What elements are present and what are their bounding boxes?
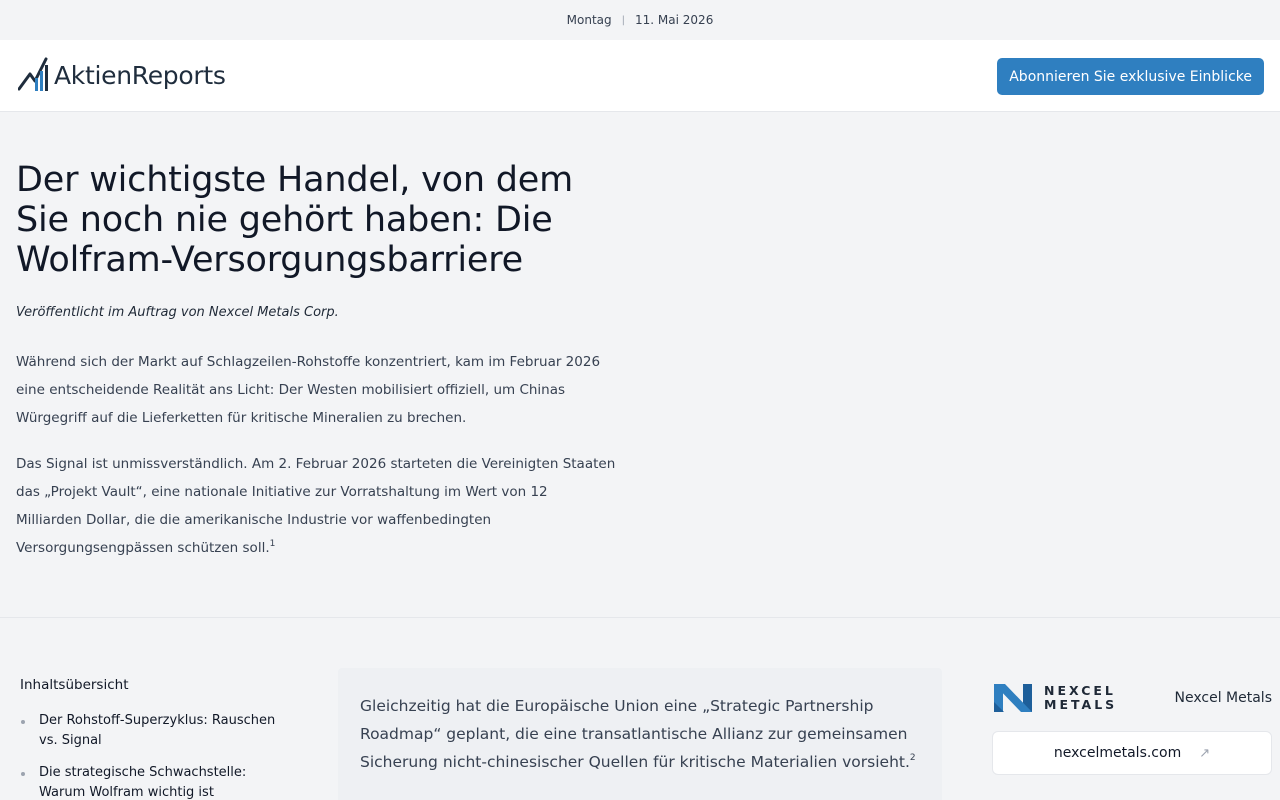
nexcel-wordmark-line2: METALS [1044,697,1118,712]
logo-wordmark: AktienReports [54,60,226,90]
bullet-icon [21,772,25,776]
article-hero: Der wichtigste Handel, von dem Sie noch … [0,113,1280,618]
article-body-section: Inhaltsübersicht Der Rohstoff-Superzyklu… [0,619,1280,800]
highlight-callout: Gleichzeitig hat die Europäische Union e… [338,668,942,800]
article-title: Der wichtigste Handel, von dem Sie noch … [16,160,574,280]
nexcel-wordmark-line1: NEXCEL [1044,683,1116,698]
toc-title: Inhaltsübersicht [20,677,129,693]
date-text: 11. Mai 2026 [635,13,714,27]
date-bar: Montag | 11. Mai 2026 [0,0,1280,40]
callout-body: Gleichzeitig hat die Europäische Union e… [360,697,910,771]
website-label: nexcelmetals.com [1053,745,1182,761]
sponsor-header: NEXCEL METALS Nexcel Metals [992,681,1272,715]
bullet-icon [21,720,25,724]
nexcel-logo[interactable]: NEXCEL METALS [992,682,1117,714]
toc-list: Der Rohstoff-Superzyklus: Rauschen vs. S… [20,711,290,800]
site-header: AktienReports Abonnieren Sie exklusive E… [0,40,1280,112]
article-paragraph-2: Das Signal ist unmissverständlich. Am 2.… [16,450,616,562]
callout-text: Gleichzeitig hat die Europäische Union e… [360,692,920,776]
toc-item[interactable]: Der Rohstoff-Superzyklus: Rauschen vs. S… [20,711,290,751]
toc-item-label: Der Rohstoff-Superzyklus: Rauschen vs. S… [39,713,276,748]
sponsor-name: Nexcel Metals [1174,690,1272,706]
external-link-icon: ↗ [1199,745,1211,761]
article-paragraph-1: Während sich der Markt auf Schlagzeilen-… [16,354,601,426]
paragraph-2-text: Das Signal ist unmissverständlich. Am 2.… [16,456,616,556]
subscribe-button[interactable]: Abonnieren Sie exklusive Einblicke [997,58,1264,95]
toc-item[interactable]: Die strategische Schwachstelle: Warum Wo… [20,763,290,800]
nexcel-wordmark: NEXCEL METALS [1044,684,1117,712]
nexcel-n-icon [994,684,1032,712]
sponsor-box: NEXCEL METALS Nexcel Metals nexcelmetals… [992,681,1272,775]
toc-item-label: Die strategische Schwachstelle: Warum Wo… [39,765,247,800]
date-separator: | [621,14,626,26]
footnote-link-1[interactable]: 1 [270,539,276,549]
sponsor-website-link[interactable]: nexcelmetals.com ↗ [992,731,1272,775]
article-byline: Veröffentlicht im Auftrag von Nexcel Met… [16,305,339,320]
site-logo[interactable]: AktienReports [18,56,226,94]
table-of-contents: Inhaltsübersicht Der Rohstoff-Superzyklu… [20,677,290,800]
footnote-link-2[interactable]: 2 [910,753,916,763]
bar-chart-trend-icon [18,57,48,91]
weekday-text: Montag [566,13,612,27]
